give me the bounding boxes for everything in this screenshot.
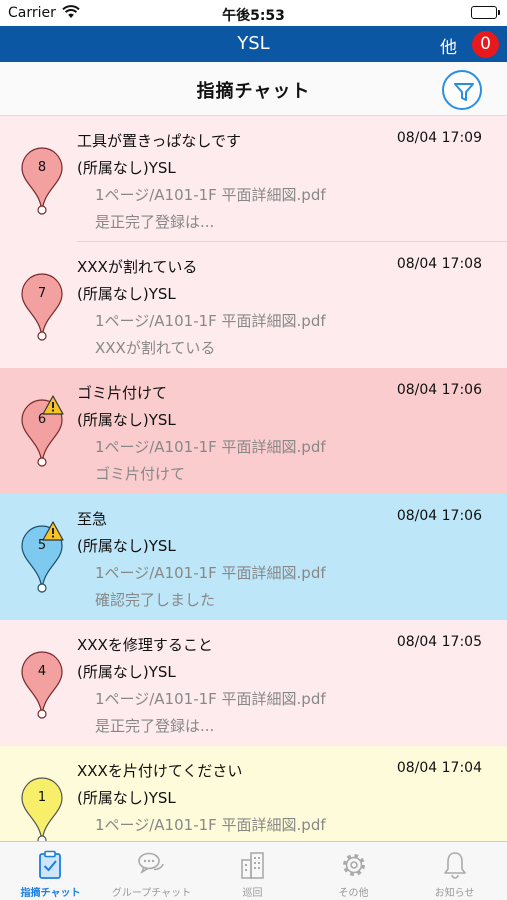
item-file: 1ページ/A101-1F 平面詳細図.pdf (95, 438, 326, 456)
item-title: XXXが割れている (77, 258, 198, 276)
item-title: ゴミ片付けて (77, 384, 168, 402)
item-file: 1ページ/A101-1F 平面詳細図.pdf (95, 690, 326, 708)
item-title: XXXを片付けてください (77, 762, 243, 780)
item-time: 08/04 17:05 (396, 634, 482, 650)
item-message: 是正完了登録は... (95, 717, 215, 735)
item-file: 1ページ/A101-1F 平面詳細図.pdf (95, 564, 326, 582)
warning-icon (42, 521, 64, 545)
status-bar: Carrier 午後5:53 (0, 0, 507, 26)
tab-pointout-chat[interactable]: 指摘チャット (0, 842, 101, 900)
pin-number: 1 (37, 790, 47, 805)
app-bar: YSL 他 0 (0, 26, 507, 62)
battery-icon (471, 6, 500, 19)
clipboard-check-icon (39, 850, 61, 879)
item-message: XXXが割れている (95, 339, 216, 357)
item-author: (所属なし)YSL (77, 159, 176, 177)
item-file: 1ページ/A101-1F 平面詳細図.pdf (95, 816, 326, 834)
filter-button[interactable] (442, 70, 482, 110)
tab-notifications[interactable]: お知らせ (404, 842, 505, 900)
item-author: (所属なし)YSL (77, 789, 176, 807)
tab-label: 指摘チャット (20, 888, 81, 899)
item-author: (所属なし)YSL (77, 663, 176, 681)
page-title: 指摘チャット (196, 81, 311, 102)
item-file: 1ページ/A101-1F 平面詳細図.pdf (95, 312, 326, 330)
item-time: 08/04 17:06 (396, 508, 482, 524)
item-file: 1ページ/A101-1F 平面詳細図.pdf (95, 186, 326, 204)
clock-time: 午後5:53 (222, 8, 285, 24)
notification-badge[interactable]: 0 (472, 31, 499, 58)
tab-other[interactable]: その他 (303, 842, 404, 900)
item-title: 工具が置きっぱなしです (77, 132, 241, 150)
list-item[interactable]: 8 工具が置きっぱなしです 08/04 17:09 (所属なし)YSL 1ページ… (0, 116, 507, 242)
bell-icon (444, 852, 466, 879)
item-author: (所属なし)YSL (77, 285, 176, 303)
item-message: ゴミ片付けて (95, 465, 186, 483)
buildings-icon (241, 852, 264, 879)
tab-bar: 指摘チャット グループチャット 巡回 その他 お知らせ (0, 841, 507, 900)
tab-label: 巡回 (242, 888, 263, 899)
tab-label: グループチャット (111, 888, 192, 899)
other-menu-button[interactable]: 他 (440, 33, 457, 58)
list-item[interactable]: 1 XXXを片付けてください 08/04 17:04 (所属なし)YSL 1ペー… (0, 746, 507, 841)
list-item[interactable]: 7 XXXが割れている 08/04 17:08 (所属なし)YSL 1ページ/A… (0, 242, 507, 368)
item-author: (所属なし)YSL (77, 411, 176, 429)
location-pin-icon: 4 (20, 650, 63, 719)
page-header: 指摘チャット (0, 62, 507, 116)
tab-group-chat[interactable]: グループチャット (101, 842, 202, 900)
pin-number: 4 (37, 664, 47, 679)
pointout-list: 8 工具が置きっぱなしです 08/04 17:09 (所属なし)YSL 1ページ… (0, 116, 507, 841)
pin-number: 7 (37, 286, 47, 301)
filter-icon (454, 83, 474, 101)
app-title: YSL (237, 33, 270, 54)
list-item[interactable]: 4 XXXを修理すること 08/04 17:05 (所属なし)YSL 1ページ/… (0, 620, 507, 746)
tab-patrol[interactable]: 巡回 (202, 842, 303, 900)
list-item[interactable]: 6 ゴミ片付けて 08/04 17:06 (所属なし)YSL 1ページ/A101… (0, 368, 507, 494)
location-pin-icon: 7 (20, 272, 63, 341)
item-message: 是正完了登録は... (95, 213, 215, 231)
chat-bubbles-icon (138, 852, 164, 874)
item-time: 08/04 17:06 (396, 382, 482, 398)
tab-label: その他 (338, 888, 369, 899)
warning-icon (42, 395, 64, 419)
list-item[interactable]: 5 至急 08/04 17:06 (所属なし)YSL 1ページ/A101-1F … (0, 494, 507, 620)
item-title: 至急 (77, 510, 108, 528)
item-message: 確認完了しました (95, 591, 216, 609)
location-pin-icon: 8 (20, 146, 63, 215)
item-title: XXXを修理すること (77, 636, 213, 654)
location-pin-icon: 1 (20, 776, 63, 841)
gear-icon (343, 854, 365, 876)
item-author: (所属なし)YSL (77, 537, 176, 555)
item-time: 08/04 17:09 (396, 130, 482, 146)
tab-label: お知らせ (434, 888, 475, 899)
item-time: 08/04 17:04 (396, 760, 482, 776)
pin-number: 8 (37, 160, 47, 175)
item-time: 08/04 17:08 (396, 256, 482, 272)
